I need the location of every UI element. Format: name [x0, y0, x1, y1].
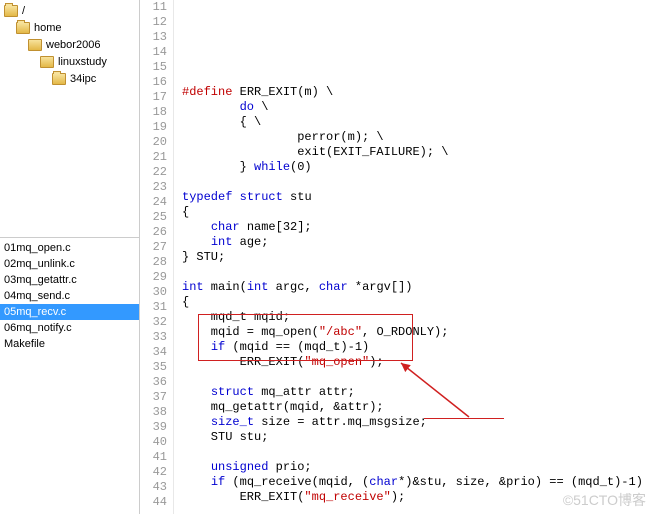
line-number: 31: [140, 300, 167, 315]
line-number: 37: [140, 390, 167, 405]
file-list-item[interactable]: Makefile: [0, 336, 139, 352]
code-line[interactable]: } STU;: [182, 250, 654, 265]
folder-label: linuxstudy: [58, 56, 107, 68]
line-number: 41: [140, 450, 167, 465]
line-number: 29: [140, 270, 167, 285]
code-line[interactable]: mqd_t mqid;: [182, 310, 654, 325]
line-number: 28: [140, 255, 167, 270]
code-line[interactable]: if (mqid == (mqd_t)-1): [182, 340, 654, 355]
line-number: 44: [140, 495, 167, 510]
file-list-item[interactable]: 06mq_notify.c: [0, 320, 139, 336]
line-number: 20: [140, 135, 167, 150]
line-number: 23: [140, 180, 167, 195]
line-number: 25: [140, 210, 167, 225]
line-number: 30: [140, 285, 167, 300]
file-list-item[interactable]: 03mq_getattr.c: [0, 272, 139, 288]
folder-icon: [52, 73, 66, 85]
file-list-item[interactable]: 01mq_open.c: [0, 240, 139, 256]
code-line[interactable]: int age;: [182, 235, 654, 250]
line-number: 22: [140, 165, 167, 180]
left-panel: / home webor2006 linuxstudy 34ipc 01mq_open.…: [0, 0, 140, 514]
code-line[interactable]: unsigned prio;: [182, 460, 654, 475]
code-line[interactable]: {: [182, 205, 654, 220]
folder-icon: [16, 22, 30, 34]
line-number: 16: [140, 75, 167, 90]
line-number: 32: [140, 315, 167, 330]
folder-tree-item[interactable]: /: [0, 2, 139, 19]
line-number: 40: [140, 435, 167, 450]
line-number-gutter: 1112131415161718192021222324252627282930…: [140, 0, 174, 514]
folder-label: webor2006: [46, 39, 100, 51]
folder-tree-item[interactable]: home: [0, 19, 139, 36]
code-line[interactable]: ERR_EXIT("mq_receive");: [182, 490, 654, 505]
line-number: 33: [140, 330, 167, 345]
code-line[interactable]: typedef struct stu: [182, 190, 654, 205]
code-line[interactable]: #define ERR_EXIT(m) \: [182, 85, 654, 100]
code-line[interactable]: int main(int argc, char *argv[]): [182, 280, 654, 295]
file-list: 01mq_open.c02mq_unlink.c03mq_getattr.c04…: [0, 238, 139, 514]
code-line[interactable]: struct mq_attr attr;: [182, 385, 654, 400]
folder-label: home: [34, 22, 62, 34]
code-line[interactable]: perror(m); \: [182, 130, 654, 145]
folder-tree-item[interactable]: webor2006: [0, 36, 139, 53]
folder-label: 34ipc: [70, 73, 96, 85]
line-number: 24: [140, 195, 167, 210]
line-number: 35: [140, 360, 167, 375]
line-number: 27: [140, 240, 167, 255]
line-number: 13: [140, 30, 167, 45]
code-line[interactable]: [182, 175, 654, 190]
line-number: 11: [140, 0, 167, 15]
line-number: 26: [140, 225, 167, 240]
line-number: 43: [140, 480, 167, 495]
code-line[interactable]: do \: [182, 100, 654, 115]
code-line[interactable]: size_t size = attr.mq_msgsize;: [182, 415, 654, 430]
folder-tree: / home webor2006 linuxstudy 34ipc: [0, 0, 139, 238]
code-line[interactable]: [182, 265, 654, 280]
line-number: 14: [140, 45, 167, 60]
folder-icon: [40, 56, 54, 68]
code-line[interactable]: mqid = mq_open("/abc", O_RDONLY);: [182, 325, 654, 340]
folder-icon: [28, 39, 42, 51]
file-list-item[interactable]: 04mq_send.c: [0, 288, 139, 304]
line-number: 19: [140, 120, 167, 135]
line-number: 17: [140, 90, 167, 105]
line-number: 42: [140, 465, 167, 480]
code-line[interactable]: STU stu;: [182, 430, 654, 445]
code-line[interactable]: [182, 70, 654, 85]
code-line[interactable]: mq_getattr(mqid, &attr);: [182, 400, 654, 415]
folder-tree-item[interactable]: 34ipc: [0, 70, 139, 87]
code-line[interactable]: { \: [182, 115, 654, 130]
line-number: 18: [140, 105, 167, 120]
code-line[interactable]: [182, 445, 654, 460]
code-line[interactable]: exit(EXIT_FAILURE); \: [182, 145, 654, 160]
code-line[interactable]: char name[32];: [182, 220, 654, 235]
line-number: 15: [140, 60, 167, 75]
code-line[interactable]: [182, 505, 654, 514]
line-number: 34: [140, 345, 167, 360]
code-line[interactable]: [182, 370, 654, 385]
folder-icon: [4, 5, 18, 17]
file-list-item[interactable]: 05mq_recv.c: [0, 304, 139, 320]
code-content[interactable]: #define ERR_EXIT(m) \ do \ { \ perror(m)…: [174, 0, 654, 514]
code-editor[interactable]: 1112131415161718192021222324252627282930…: [140, 0, 654, 514]
code-line[interactable]: if (mq_receive(mqid, (char*)&stu, size, …: [182, 475, 654, 490]
code-line[interactable]: } while(0): [182, 160, 654, 175]
line-number: 38: [140, 405, 167, 420]
file-list-item[interactable]: 02mq_unlink.c: [0, 256, 139, 272]
folder-label: /: [22, 5, 25, 17]
line-number: 21: [140, 150, 167, 165]
folder-tree-item[interactable]: linuxstudy: [0, 53, 139, 70]
line-number: 12: [140, 15, 167, 30]
code-line[interactable]: ERR_EXIT("mq_open");: [182, 355, 654, 370]
line-number: 39: [140, 420, 167, 435]
line-number: 36: [140, 375, 167, 390]
code-line[interactable]: {: [182, 295, 654, 310]
